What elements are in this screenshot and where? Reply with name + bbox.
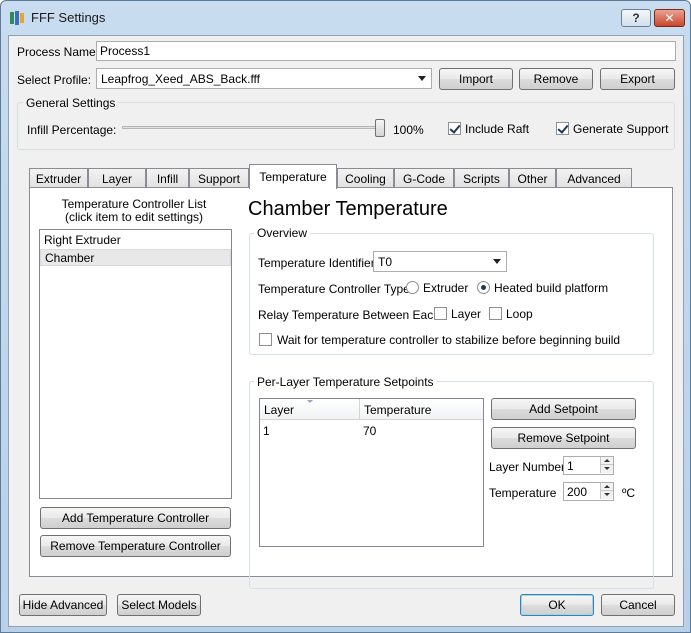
layer-number-label: Layer Number [489,460,566,474]
general-settings-title: General Settings [23,96,119,110]
hide-advanced-button[interactable]: Hide Advanced [19,594,107,616]
chevron-down-icon [493,259,501,264]
ok-button[interactable]: OK [520,594,594,616]
column-header-temperature[interactable]: Temperature [364,403,431,417]
import-button[interactable]: Import [439,68,513,90]
list-item-right-extruder[interactable]: Right Extruder [40,232,231,249]
profile-select[interactable]: Leapfrog_Xeed_ABS_Back.fff [96,68,432,89]
layer-number-value: 1 [567,459,574,473]
process-name-label: Process Name: [17,45,100,59]
tab-temperature[interactable]: Temperature [249,164,337,189]
tab-advanced[interactable]: Advanced [556,168,632,188]
spin-down-icon[interactable] [600,491,613,499]
section-heading: Chamber Temperature [248,198,448,220]
list-item-chamber[interactable]: Chamber [40,249,231,266]
temperature-identifier-label: Temperature Identifier [258,256,375,270]
setpoint-temperature-spinbox[interactable]: 200 [563,482,614,501]
tab-support[interactable]: Support [189,168,249,188]
setpoints-table[interactable]: Layer Temperature 1 70 [259,398,484,547]
add-setpoint-button[interactable]: Add Setpoint [491,398,636,420]
type-heated-platform-radio[interactable] [477,281,490,294]
spin-up-icon[interactable] [600,457,613,465]
select-profile-label: Select Profile: [17,73,92,87]
remove-setpoint-button[interactable]: Remove Setpoint [491,427,636,449]
export-button[interactable]: Export [600,68,675,90]
include-raft-label: Include Raft [465,122,530,136]
app-icon [10,11,24,25]
table-row[interactable]: 1 70 [260,421,483,439]
cancel-button[interactable]: Cancel [601,594,675,616]
relay-loop-checkbox[interactable] [489,307,502,320]
temperature-identifier-value: T0 [378,255,393,269]
help-button[interactable]: ? [621,9,651,27]
add-temperature-controller-button[interactable]: Add Temperature Controller [40,507,231,529]
setpoints-title: Per-Layer Temperature Setpoints [254,375,437,389]
tab-other[interactable]: Other [509,168,556,188]
controller-list[interactable]: Right Extruder Chamber [39,229,232,499]
table-header: Layer Temperature [260,399,483,420]
cell-layer: 1 [263,424,270,438]
infill-percentage-value: 100% [393,123,424,137]
temperature-identifier-select[interactable]: T0 [373,251,507,272]
dialog-body: Process Name: Process1 Select Profile: L… [8,35,684,627]
type-heated-platform-label: Heated build platform [494,281,609,295]
title-bar[interactable]: FFF Settings ? ✕ [1,1,690,35]
profile-select-value: Leapfrog_Xeed_ABS_Back.fff [101,72,261,86]
relay-layer-label: Layer [451,307,482,321]
overview-title: Overview [254,226,311,240]
wait-stabilize-label: Wait for temperature controller to stabi… [277,333,621,347]
tab-cooling[interactable]: Cooling [337,168,394,188]
tab-gcode[interactable]: G-Code [394,168,454,188]
tab-extruder[interactable]: Extruder [29,168,88,188]
cell-temperature: 70 [363,424,377,438]
column-header-layer[interactable]: Layer [264,403,294,417]
process-name-input[interactable]: Process1 [96,41,676,61]
tab-scripts[interactable]: Scripts [454,168,509,188]
layer-number-spinbox[interactable]: 1 [563,456,614,475]
generate-support-label: Generate Support [573,122,669,136]
temperature-tab-panel: Temperature Controller List (click item … [29,187,673,589]
sort-indicator-icon [307,400,313,403]
setpoint-temperature-value: 200 [567,485,588,499]
include-raft-checkbox[interactable] [448,122,461,135]
setpoint-temperature-label: Temperature [489,486,557,500]
temperature-unit: ºC [622,486,636,500]
type-extruder-radio[interactable] [406,281,419,294]
infill-slider-thumb[interactable] [375,119,385,137]
close-button[interactable]: ✕ [654,9,685,27]
tab-infill[interactable]: Infill [146,168,189,188]
controller-list-title: Temperature Controller List [61,197,207,211]
chevron-down-icon [418,76,426,81]
relay-layer-checkbox[interactable] [434,307,447,320]
window-title: FFF Settings [31,10,106,25]
fff-settings-window: FFF Settings ? ✕ Process Name: Process1 … [0,0,691,633]
tab-layer[interactable]: Layer [88,168,146,188]
spin-down-icon[interactable] [600,465,613,473]
column-divider [359,399,360,420]
remove-profile-button[interactable]: Remove [519,68,593,90]
generate-support-checkbox[interactable] [556,122,569,135]
spin-up-icon[interactable] [600,483,613,491]
controller-type-label: Temperature Controller Type: [258,282,414,296]
type-extruder-label: Extruder [423,281,469,295]
select-models-button[interactable]: Select Models [117,594,201,616]
infill-slider-track[interactable] [122,126,384,129]
remove-temperature-controller-button[interactable]: Remove Temperature Controller [40,535,231,557]
infill-percentage-label: Infill Percentage: [27,123,117,137]
relay-label: Relay Temperature Between Each: [258,308,444,322]
controller-list-hint: (click item to edit settings) [64,210,204,224]
wait-stabilize-checkbox[interactable] [259,333,272,346]
relay-loop-label: Loop [506,307,533,321]
